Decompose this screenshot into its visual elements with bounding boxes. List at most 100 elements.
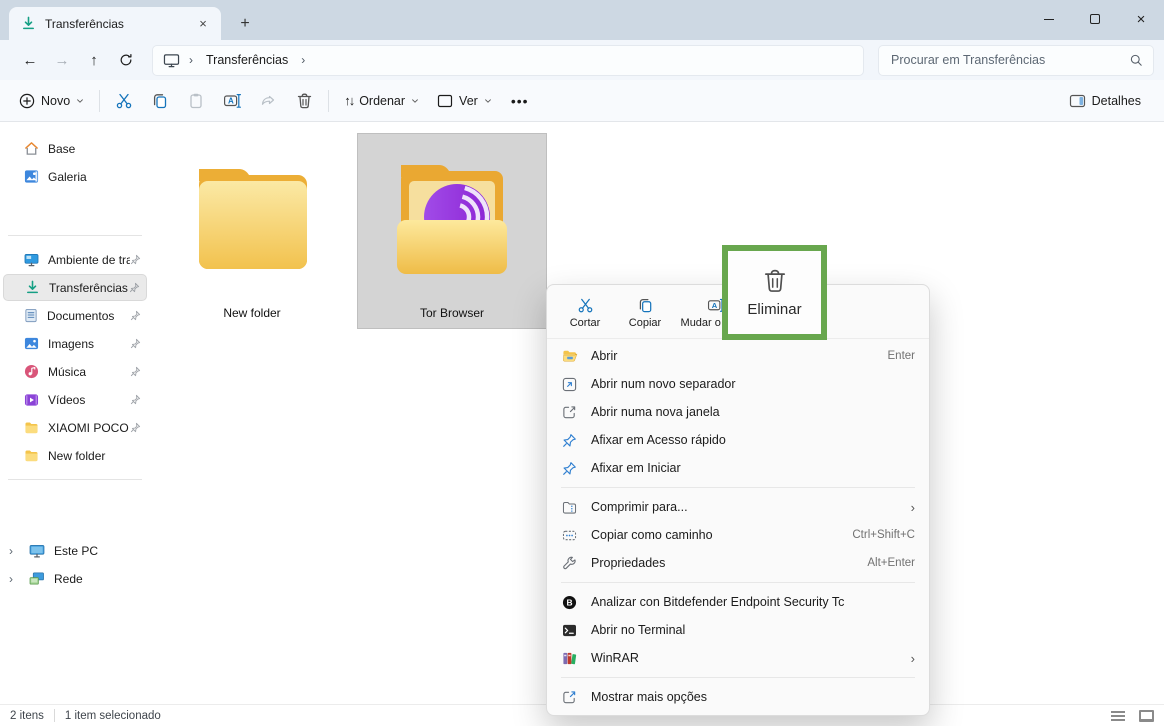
- file-name: Tor Browser: [420, 306, 484, 320]
- menu-item-abrir[interactable]: Abrir Enter: [551, 342, 925, 370]
- menu-item-abrir-terminal[interactable]: Abrir no Terminal: [551, 616, 925, 644]
- sidebar-item-videos[interactable]: Vídeos: [3, 386, 147, 413]
- sidebar-item-imagens[interactable]: Imagens: [3, 330, 147, 357]
- menu-separator: [561, 677, 915, 678]
- menu-item-copiar-como-caminho[interactable]: Copiar como caminho Ctrl+Shift+C: [551, 521, 925, 549]
- menu-item-shortcut: Alt+Enter: [867, 557, 915, 569]
- tab-close-button[interactable]: ×: [193, 14, 213, 34]
- file-tile-tor-browser[interactable]: Tor Browser: [357, 133, 547, 329]
- menu-item-bitdefender-scan[interactable]: B Analizar con Bitdefender Endpoint Secu…: [551, 588, 925, 616]
- terminal-icon: [562, 624, 577, 637]
- menu-item-label: Analizar con Bitdefender Endpoint Securi…: [591, 595, 915, 609]
- menu-item-label: Abrir numa nova janela: [591, 405, 915, 419]
- plus-circle-icon: [19, 93, 35, 109]
- pin-icon: [129, 282, 140, 293]
- up-button[interactable]: ↑: [78, 45, 110, 75]
- close-button[interactable]: ×: [1118, 0, 1164, 38]
- copy-button[interactable]: [142, 85, 178, 117]
- file-tile-new-folder[interactable]: New folder: [157, 133, 347, 329]
- menu-item-comprimir-para[interactable]: Comprimir para... ›: [551, 493, 925, 521]
- music-icon: [24, 364, 39, 379]
- new-button[interactable]: Novo: [10, 85, 93, 117]
- breadcrumb-item[interactable]: Transferências: [202, 51, 292, 69]
- sort-icon: ↑↓: [344, 93, 353, 108]
- selected-count: 1 item selecionado: [65, 710, 161, 722]
- eliminar-highlight-annotation[interactable]: Eliminar: [722, 245, 827, 340]
- sidebar-item-label: Base: [48, 142, 141, 156]
- pin-icon: [130, 394, 141, 405]
- view-button[interactable]: Ver: [428, 85, 501, 117]
- copy-quick-button[interactable]: Copiar: [617, 289, 673, 337]
- rename-icon: A: [223, 92, 242, 110]
- context-menu: Cortar Copiar A Mudar o nome Abrir Enter…: [546, 284, 930, 716]
- menu-item-label: Afixar em Iniciar: [591, 461, 915, 475]
- list-view-button[interactable]: [1111, 709, 1125, 723]
- gallery-icon: [24, 169, 39, 184]
- back-button[interactable]: ←: [14, 45, 46, 75]
- search-input[interactable]: [891, 53, 1130, 67]
- menu-item-mostrar-mais-opcoes[interactable]: Mostrar mais opções: [551, 683, 925, 711]
- menu-item-abrir-nova-janela[interactable]: Abrir numa nova janela: [551, 398, 925, 426]
- expand-chevron-icon[interactable]: ›: [9, 572, 13, 586]
- cut-icon: [577, 297, 594, 314]
- breadcrumb[interactable]: › Transferências ›: [152, 45, 864, 76]
- submenu-chevron-icon: ›: [911, 651, 915, 666]
- sidebar-item-label: New folder: [48, 449, 141, 463]
- delete-button[interactable]: [286, 85, 322, 117]
- sidebar-item-rede[interactable]: › Rede: [3, 565, 147, 592]
- file-name: New folder: [223, 306, 280, 320]
- share-button[interactable]: [250, 85, 286, 117]
- sidebar-item-ambiente-de-trabalho[interactable]: Ambiente de tra: [3, 246, 147, 273]
- close-icon: ×: [1137, 12, 1146, 27]
- zip-folder-icon: [562, 501, 577, 514]
- rename-button[interactable]: A: [214, 85, 250, 117]
- sidebar-item-label: Documentos: [47, 309, 130, 323]
- menu-item-label: WinRAR: [591, 651, 901, 665]
- chevron-down-icon: [76, 97, 84, 105]
- cut-button[interactable]: [106, 85, 142, 117]
- sidebar-item-documentos[interactable]: Documentos: [3, 302, 147, 329]
- forward-button[interactable]: →: [46, 45, 78, 75]
- minimize-button[interactable]: [1026, 0, 1072, 38]
- sort-button-label: Ordenar: [359, 94, 405, 108]
- sidebar-item-label: Imagens: [48, 337, 130, 351]
- menu-item-abrir-novo-separador[interactable]: Abrir num novo separador: [551, 370, 925, 398]
- command-toolbar: Novo A ↑↓ Ordenar Ver: [0, 80, 1164, 122]
- breadcrumb-separator: ›: [189, 53, 193, 67]
- sidebar-item-xiaomi-poco[interactable]: XIAOMI POCO F: [3, 414, 147, 441]
- menu-item-label: Copiar como caminho: [591, 528, 842, 542]
- menu-item-propriedades[interactable]: Propriedades Alt+Enter: [551, 549, 925, 577]
- more-options-button[interactable]: •••: [501, 85, 539, 117]
- copy-label: Copiar: [629, 317, 661, 329]
- maximize-button[interactable]: [1072, 0, 1118, 38]
- sidebar-separator: [8, 235, 142, 236]
- sidebar-item-este-pc[interactable]: › Este PC: [3, 537, 147, 564]
- pin-icon: [562, 433, 577, 448]
- tor-browser-folder-icon: [358, 134, 546, 304]
- sort-button[interactable]: ↑↓ Ordenar: [335, 85, 428, 117]
- sidebar-item-musica[interactable]: Música: [3, 358, 147, 385]
- sidebar-item-base[interactable]: Base: [3, 135, 147, 162]
- view-icon: [437, 94, 453, 108]
- cut-quick-button[interactable]: Cortar: [557, 289, 613, 337]
- search-box[interactable]: [878, 45, 1154, 76]
- large-thumbnails-view-button[interactable]: [1139, 710, 1154, 722]
- items-count: 2 itens: [10, 710, 44, 722]
- refresh-button[interactable]: [110, 45, 142, 75]
- explorer-tab[interactable]: Transferências ×: [9, 7, 221, 40]
- menu-item-afixar-acesso-rapido[interactable]: Afixar em Acesso rápido: [551, 426, 925, 454]
- details-pane-button[interactable]: Detalhes: [1060, 85, 1150, 117]
- copy-path-icon: [562, 529, 577, 542]
- sidebar-item-galeria[interactable]: Galeria: [3, 163, 147, 190]
- paste-button[interactable]: [178, 85, 214, 117]
- menu-item-label: Mostrar mais opções: [591, 690, 915, 704]
- sidebar-item-transferencias[interactable]: Transferências: [3, 274, 147, 301]
- menu-item-afixar-iniciar[interactable]: Afixar em Iniciar: [551, 454, 925, 482]
- new-tab-button[interactable]: +: [231, 10, 259, 38]
- sidebar-item-label: Rede: [54, 572, 141, 586]
- expand-chevron-icon[interactable]: ›: [9, 544, 13, 558]
- sidebar-item-new-folder[interactable]: New folder: [3, 442, 147, 469]
- chevron-down-icon: [411, 97, 419, 105]
- svg-text:A: A: [712, 300, 718, 309]
- menu-item-winrar[interactable]: WinRAR ›: [551, 644, 925, 672]
